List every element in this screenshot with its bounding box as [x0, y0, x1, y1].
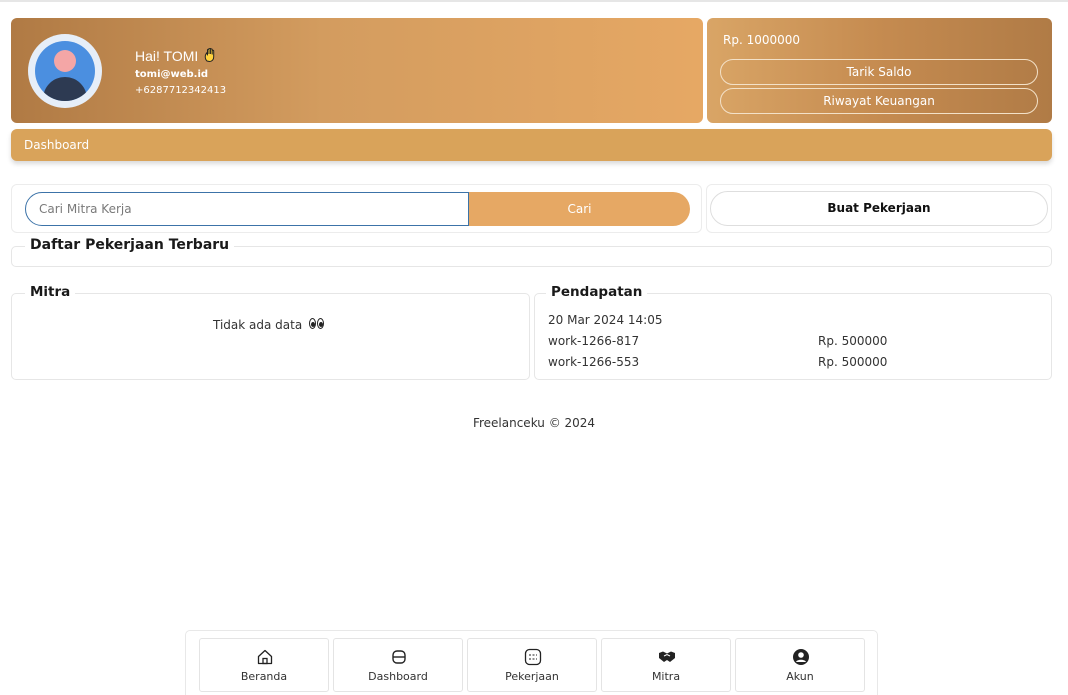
create-job-panel: Buat Pekerjaan	[706, 184, 1052, 233]
search-input[interactable]	[25, 192, 469, 226]
mitra-title: Mitra	[25, 284, 76, 300]
footer-copyright: Freelanceku © 2024	[472, 416, 596, 430]
search-button[interactable]: Cari	[469, 192, 690, 226]
income-row-work: work-1266-817	[548, 334, 640, 348]
income-row-amount: Rp. 500000	[818, 334, 888, 348]
latest-jobs-title: Daftar Pekerjaan Terbaru	[25, 237, 235, 253]
nav-item-mitra[interactable]: Mitra	[601, 638, 731, 692]
empty-text: Tidak ada data	[213, 318, 303, 332]
finance-history-button[interactable]: Riwayat Keuangan	[720, 88, 1038, 114]
income-title: Pendapatan	[546, 284, 648, 300]
dashboard-icon	[392, 650, 406, 664]
breadcrumb-title: Dashboard	[24, 138, 90, 152]
user-phone: +6287712342413	[135, 85, 227, 96]
income-date: 20 Mar 2024 14:05	[548, 313, 663, 327]
top-divider	[0, 0, 1068, 2]
nav-item-dashboard[interactable]: Dashboard	[333, 638, 463, 692]
nav-item-beranda[interactable]: Beranda	[199, 638, 329, 692]
nav-label: Dashboard	[368, 670, 428, 683]
user-email: tomi@web.id	[135, 69, 209, 80]
balance-amount: Rp. 1000000	[723, 33, 801, 47]
nav-label: Mitra	[651, 670, 681, 683]
account-icon	[793, 649, 809, 665]
greeting-text: Hai! TOMI	[135, 48, 199, 64]
waving-hand-icon	[204, 47, 215, 63]
home-icon	[257, 649, 273, 665]
create-job-button[interactable]: Buat Pekerjaan	[710, 191, 1048, 226]
nav-item-pekerjaan[interactable]: Pekerjaan	[467, 638, 597, 692]
nav-label: Akun	[786, 670, 814, 683]
search-panel: Cari	[11, 184, 702, 233]
withdraw-button[interactable]: Tarik Saldo	[720, 59, 1038, 85]
bottom-nav: Beranda Dashboard Pekerjaan Mitra Akun	[185, 630, 878, 695]
income-row-amount: Rp. 500000	[818, 355, 888, 369]
job-icon	[524, 648, 542, 666]
breadcrumb: Dashboard	[11, 129, 1052, 161]
handshake-icon	[659, 651, 675, 662]
nav-item-akun[interactable]: Akun	[735, 638, 865, 692]
balance-card: Rp. 1000000 Tarik Saldo Riwayat Keuangan	[707, 18, 1052, 123]
greeting: Hai! TOMI	[135, 47, 217, 64]
avatar[interactable]	[28, 34, 102, 108]
nav-label: Beranda	[240, 670, 288, 683]
income-row-work: work-1266-553	[548, 355, 640, 369]
profile-card: Hai! TOMI tomi@web.id +6287712342413	[11, 18, 703, 123]
mitra-empty-state: Tidak ada data	[213, 318, 325, 332]
eyes-icon	[309, 318, 325, 330]
mitra-panel	[11, 293, 530, 380]
avatar-user-icon	[35, 41, 95, 101]
nav-label: Pekerjaan	[505, 670, 559, 683]
